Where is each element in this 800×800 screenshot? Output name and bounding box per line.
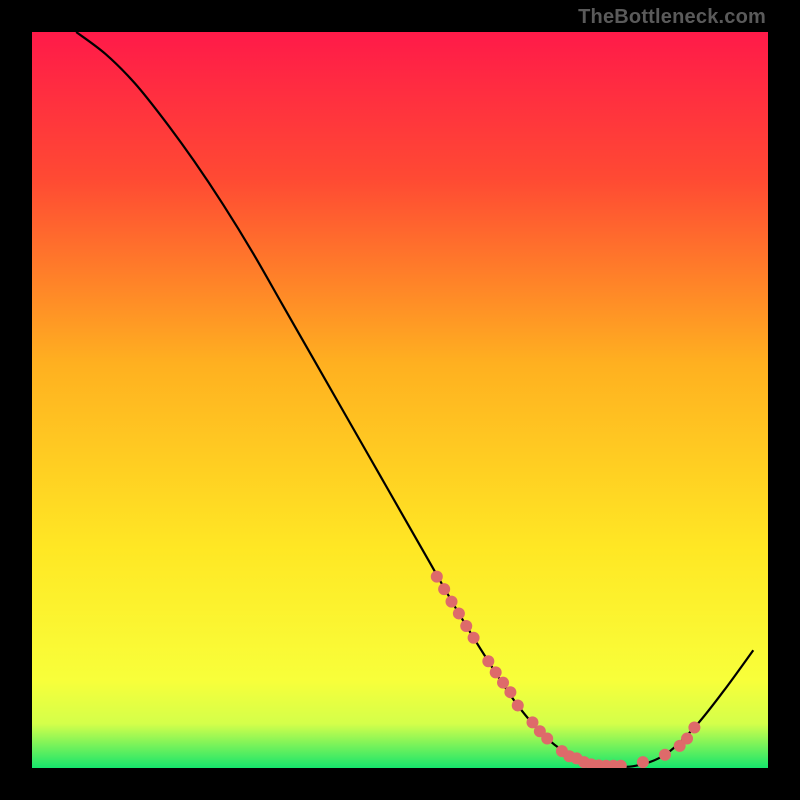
- scatter-point: [482, 655, 494, 667]
- chart-frame: [32, 32, 768, 768]
- scatter-point: [659, 749, 671, 761]
- scatter-point: [681, 733, 693, 745]
- watermark-text: TheBottleneck.com: [578, 6, 766, 29]
- scatter-point: [541, 733, 553, 745]
- scatter-point: [468, 632, 480, 644]
- scatter-point: [446, 596, 458, 608]
- scatter-point: [504, 686, 516, 698]
- scatter-point: [497, 677, 509, 689]
- scatter-point: [460, 620, 472, 632]
- scatter-point: [453, 607, 465, 619]
- scatter-point: [512, 699, 524, 711]
- scatter-point: [438, 583, 450, 595]
- scatter-point: [688, 722, 700, 734]
- scatter-point: [490, 666, 502, 678]
- scatter-point: [431, 571, 443, 583]
- scatter-point: [637, 756, 649, 768]
- bottleneck-chart: [32, 32, 768, 768]
- gradient-background: [32, 32, 768, 768]
